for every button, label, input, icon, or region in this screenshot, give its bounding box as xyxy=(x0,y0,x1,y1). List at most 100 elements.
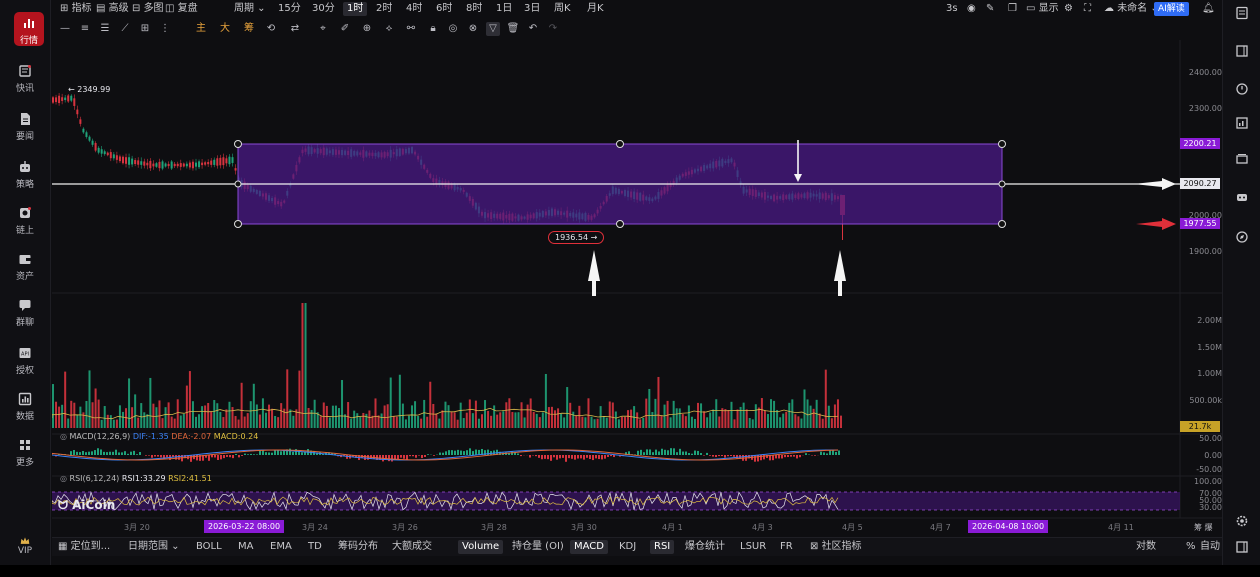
minus-line-icon[interactable]: — xyxy=(58,22,72,36)
replay-button[interactable]: ◫ 复盘 xyxy=(165,2,198,16)
interval-15m[interactable]: 15分 xyxy=(278,2,301,16)
analytics-icon[interactable] xyxy=(1235,116,1249,130)
edit-icon[interactable]: ✎ xyxy=(986,2,994,16)
fullscreen-icon[interactable]: ⛶ xyxy=(1084,2,1091,16)
indicator-ema[interactable]: EMA xyxy=(270,540,292,554)
sidebar-item-strategy[interactable]: 策略 xyxy=(0,160,50,200)
interval-2h[interactable]: 2时 xyxy=(376,2,392,16)
watchlist-icon[interactable] xyxy=(1235,44,1249,58)
advanced-button[interactable]: ▤ 高级 xyxy=(96,2,129,16)
settings-icon[interactable] xyxy=(1235,514,1249,528)
indicator-lsur[interactable]: LSUR xyxy=(740,540,766,554)
macd-histogram-bar xyxy=(688,453,690,455)
more-dots-icon[interactable]: ⋮ xyxy=(158,22,172,36)
alert-icon[interactable] xyxy=(1235,82,1249,96)
indicator-large-trades[interactable]: 大额成交 xyxy=(392,540,432,554)
indicator-rsi[interactable]: RSI xyxy=(650,540,675,554)
indicator-open-interest[interactable]: 持仓量 (OI) xyxy=(512,540,564,554)
sync-icon[interactable]: ⟲ xyxy=(264,22,278,36)
ai-interpret-button[interactable]: AI解读 xyxy=(1154,2,1189,16)
bot-icon[interactable] xyxy=(1235,190,1249,204)
sidebar-item-vip[interactable]: VIP xyxy=(0,536,50,560)
interval-week[interactable]: 周K xyxy=(554,2,571,16)
ruler-icon[interactable]: ✐ xyxy=(338,22,352,36)
community-indicators[interactable]: ⊠ 社区指标 xyxy=(810,540,862,554)
parallel-lines-icon[interactable]: ☰ xyxy=(98,22,112,36)
notes-icon[interactable] xyxy=(1235,6,1249,20)
sidebar-item-assets[interactable]: 资产 xyxy=(0,252,50,292)
date-range-dropdown[interactable]: 日期范围 ⌄ xyxy=(128,540,180,554)
layers-icon[interactable] xyxy=(1235,152,1249,166)
interval-1d[interactable]: 1日 xyxy=(496,2,512,16)
swap-icon[interactable]: ⇄ xyxy=(288,22,302,36)
sidebar-collapse-icon[interactable] xyxy=(1235,540,1249,554)
indicator-macd[interactable]: MACD xyxy=(570,540,608,554)
layout-dropdown[interactable]: ☁ 未命名 ⌄ xyxy=(1104,2,1159,16)
refresh-rate[interactable]: 3s xyxy=(946,2,958,16)
settings-icon[interactable]: ⚙ xyxy=(1064,2,1073,16)
redo-icon[interactable]: ↷ xyxy=(546,22,560,36)
display-button[interactable]: ▭ 显示 xyxy=(1026,2,1059,16)
main-chart-toggle[interactable]: 主 xyxy=(194,22,208,36)
chips-liquidation-toggle[interactable]: 筹 爆 xyxy=(1194,522,1213,533)
interval-3d[interactable]: 3日 xyxy=(524,2,540,16)
eye-icon[interactable]: ◎ xyxy=(60,474,70,483)
price-chart[interactable] xyxy=(52,40,1222,537)
pattern-icon[interactable]: ⚯ xyxy=(404,22,418,36)
undo-icon[interactable]: ↶ xyxy=(526,22,540,36)
indicator-chip-distribution[interactable]: 筹码分布 xyxy=(338,540,378,554)
paint-icon[interactable]: ⟡ xyxy=(382,22,396,36)
sidebar-item-market[interactable]: 行情 xyxy=(14,12,44,46)
indicator-boll[interactable]: BOLL xyxy=(196,540,222,554)
handle xyxy=(998,140,1006,148)
eye-icon[interactable]: ◎ xyxy=(446,22,460,36)
interval-8h[interactable]: 8时 xyxy=(466,2,482,16)
multi-chart-button[interactable]: ⊟ 多图 xyxy=(132,2,164,16)
sidebar-item-chat[interactable]: 群聊 xyxy=(0,298,50,338)
trend-line-icon[interactable]: ⟋ xyxy=(118,22,132,36)
bell-icon[interactable]: 🔔︎ xyxy=(1202,2,1215,16)
zoom-icon[interactable]: ⊕ xyxy=(360,22,374,36)
lock-icon[interactable]: 🔒︎ xyxy=(426,22,440,36)
bookmark-icon[interactable]: ❐ xyxy=(1008,2,1017,16)
log-scale-toggle[interactable]: 对数 xyxy=(1136,540,1156,554)
indicator-liquidation[interactable]: 爆仓统计 xyxy=(685,540,725,554)
sidebar-item-auth[interactable]: API 授权 xyxy=(0,346,50,386)
auto-scale-toggle[interactable]: 自动 xyxy=(1200,540,1220,554)
grid-lines-icon[interactable]: ⊞ xyxy=(138,22,152,36)
interval-1h[interactable]: 1时 xyxy=(343,2,368,16)
volume-bar xyxy=(590,416,593,428)
filter-icon[interactable]: ▽ xyxy=(486,22,500,36)
indicator-kdj[interactable]: KDJ xyxy=(619,540,636,554)
interval-month[interactable]: 月K xyxy=(587,2,604,16)
macd-histogram-bar xyxy=(667,450,669,455)
horizontal-lines-icon[interactable]: ≡ xyxy=(78,22,92,36)
interval-4h[interactable]: 4时 xyxy=(406,2,422,16)
macd-histogram-bar xyxy=(799,455,801,458)
period-dropdown[interactable]: 周期 ⌄ xyxy=(234,2,266,16)
sidebar-item-more[interactable]: 更多 xyxy=(0,438,50,478)
interval-6h[interactable]: 6时 xyxy=(436,2,452,16)
compass-icon[interactable] xyxy=(1235,230,1249,244)
indicator-fr[interactable]: FR xyxy=(780,540,793,554)
document-icon xyxy=(21,113,30,125)
indicators-button[interactable]: ⊞ 指标 xyxy=(60,2,92,16)
indicator-ma[interactable]: MA xyxy=(238,540,253,554)
percent-scale-toggle[interactable]: % xyxy=(1186,540,1196,554)
chips-toggle[interactable]: 筹 xyxy=(242,22,256,36)
sidebar-item-headlines[interactable]: 要闻 xyxy=(0,112,50,152)
trash-icon[interactable]: 🗑︎ xyxy=(506,22,520,36)
sidebar-item-data[interactable]: 数据 xyxy=(0,392,50,432)
magnet-icon[interactable]: ⊗ xyxy=(466,22,480,36)
sidebar-item-flash[interactable]: 快讯 xyxy=(0,64,50,104)
interval-30m[interactable]: 30分 xyxy=(312,2,335,16)
eye-icon[interactable]: ◎ xyxy=(60,432,70,441)
indicator-td[interactable]: TD xyxy=(308,540,322,554)
indicator-volume[interactable]: Volume xyxy=(458,540,504,554)
camera-icon[interactable]: ◉ xyxy=(967,2,976,16)
rsi-legend: ◎ RSI(6,12,24) RSI1:33.29 RSI2:41.51 xyxy=(60,474,212,483)
locate-button[interactable]: ▦ 定位到... xyxy=(58,540,110,554)
sidebar-item-onchain[interactable]: 链上 xyxy=(0,206,50,246)
cursor-icon[interactable]: ⌖ xyxy=(316,22,330,36)
big-trades-toggle[interactable]: 大 xyxy=(218,22,232,36)
